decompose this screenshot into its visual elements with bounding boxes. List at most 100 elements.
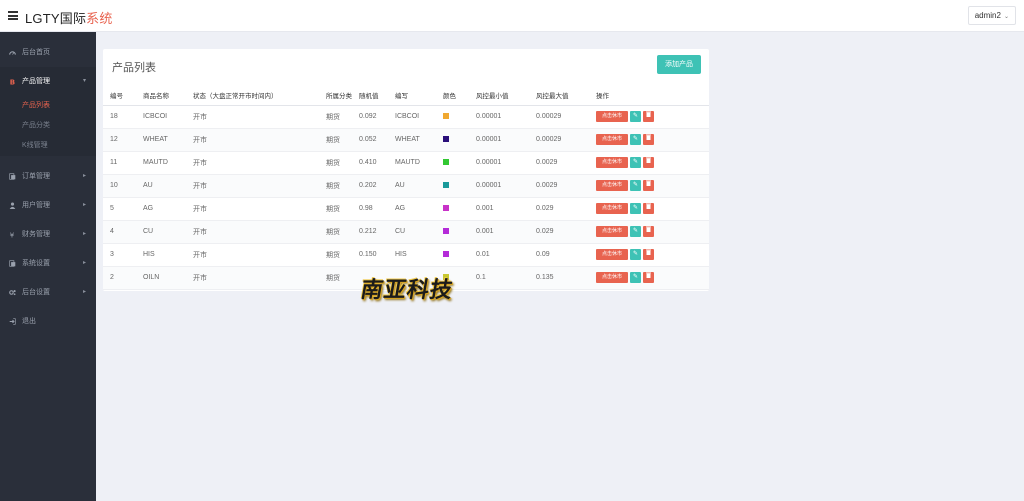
- trash-icon[interactable]: [643, 157, 654, 168]
- add-product-button[interactable]: 添加产品: [657, 55, 701, 74]
- edit-icon[interactable]: ✎: [630, 226, 641, 237]
- cell-color: [436, 243, 469, 267]
- cell-actions: 点击休市 ✎: [589, 105, 709, 129]
- table-header-row: 编号 商品名称 状态（大盘正常开市时间内） 所属分类 随机值 编写 颜色 风控最小值 风控最大值…: [103, 85, 709, 106]
- sidebar-item-admin-settings[interactable]: 后台设置 ▸: [0, 278, 96, 307]
- trash-icon[interactable]: [643, 111, 654, 122]
- sidebar-item-label: 用户管理: [22, 202, 50, 209]
- cell-actions: 点击休市 ✎: [589, 243, 709, 267]
- sidebar-item-users[interactable]: 用户管理 ▸: [0, 191, 96, 220]
- cell-random: 0.202: [352, 174, 388, 198]
- column-header: 风控最小值: [469, 85, 529, 106]
- close-market-button[interactable]: 点击休市: [596, 226, 628, 237]
- cell-min: 0.00001: [469, 174, 529, 198]
- trash-glyph: [646, 111, 651, 117]
- cell-actions: 点击休市 ✎: [589, 174, 709, 198]
- product-table: 编号 商品名称 状态（大盘正常开市时间内） 所属分类 随机值 编写 颜色 风控最小值 风控最大值…: [103, 85, 709, 290]
- chevron-down-icon: ▾: [82, 78, 86, 84]
- table-row: 10 AU 开市 期货 0.202 AU 0.00001 0.0029 点击休市 ✎: [103, 174, 709, 198]
- edit-icon[interactable]: ✎: [630, 157, 641, 168]
- cell-min: 0.00001: [469, 151, 529, 175]
- chevron-right-icon: ▸: [82, 260, 86, 266]
- color-swatch: [443, 136, 449, 143]
- svg-text:B: B: [10, 78, 15, 85]
- close-market-button[interactable]: 点击休市: [596, 157, 628, 168]
- sidebar-item-products[interactable]: B 产品管理 ▾: [0, 67, 96, 96]
- trash-icon[interactable]: [643, 203, 654, 214]
- sidebar: 后台首页 B 产品管理 ▾ 产品列表 产品分类 K线管理 订单管理 ▸ 用户管理…: [0, 32, 96, 501]
- trash-icon[interactable]: [643, 272, 654, 283]
- page-title: 产品列表: [112, 62, 156, 74]
- edit-icon[interactable]: ✎: [630, 134, 641, 145]
- edit-icon[interactable]: ✎: [630, 111, 641, 122]
- close-market-button[interactable]: 点击休市: [596, 111, 628, 122]
- user-menu[interactable]: admin2 ⌄: [967, 6, 1016, 25]
- close-market-button[interactable]: 点击休市: [596, 180, 628, 191]
- column-header: 状态（大盘正常开市时间内）: [186, 85, 319, 106]
- cell-id: 18: [103, 105, 136, 129]
- close-market-button[interactable]: 点击休市: [596, 134, 628, 145]
- column-header: 所属分类: [319, 85, 352, 106]
- edit-icon[interactable]: ✎: [630, 272, 641, 283]
- table-row: 3 HIS 开市 期货 0.150 HIS 0.01 0.09 点击休市 ✎: [103, 243, 709, 267]
- edit-icon[interactable]: ✎: [630, 180, 641, 191]
- edit-icon[interactable]: ✎: [630, 203, 641, 214]
- cell-min: 0.00001: [469, 128, 529, 152]
- yen-icon: ¥: [10, 231, 15, 238]
- cell-code: WHEAT: [388, 128, 436, 152]
- cogs-icon: [9, 290, 16, 296]
- product-list-card: 产品列表 添加产品 编号 商品名称 状态（大盘正常开市时间内） 所属分类 随机值 编写 颜色…: [103, 49, 709, 291]
- cell-actions: 点击休市 ✎: [589, 220, 709, 244]
- menu-toggle-icon[interactable]: [8, 11, 18, 20]
- cell-min: 0.001: [469, 197, 529, 221]
- trash-icon[interactable]: [643, 134, 654, 145]
- chevron-right-icon: ▸: [82, 289, 86, 295]
- cell-category: 期货: [319, 243, 352, 267]
- sidebar-item-dashboard[interactable]: 后台首页: [0, 38, 96, 67]
- cell-max: 0.029: [529, 197, 589, 221]
- chevron-right-icon: ▸: [82, 231, 86, 237]
- cell-category: 期货: [319, 151, 352, 175]
- close-market-button[interactable]: 点击休市: [596, 272, 628, 283]
- sidebar-item-system-settings[interactable]: 系统设置 ▸: [0, 249, 96, 278]
- cell-min: 0.1: [469, 266, 529, 290]
- sidebar-item-label: 财务管理: [22, 231, 50, 238]
- cell-code: CU: [388, 220, 436, 244]
- cell-status: 开市: [186, 266, 319, 290]
- sidebar-item-logout[interactable]: 退出: [0, 307, 96, 336]
- table-row: 12 WHEAT 开市 期货 0.052 WHEAT 0.00001 0.00029 点击休市 ✎: [103, 128, 709, 152]
- cell-id: 3: [103, 243, 136, 267]
- sidebar-item-label: 后台首页: [22, 49, 50, 56]
- sidebar-subitem-product-category[interactable]: 产品分类: [0, 116, 96, 136]
- cell-id: 12: [103, 128, 136, 152]
- edit-icon[interactable]: ✎: [630, 249, 641, 260]
- cell-actions: 点击休市 ✎: [589, 128, 709, 152]
- cell-category: 期货: [319, 174, 352, 198]
- cell-code: MAUTD: [388, 151, 436, 175]
- column-header: 风控最大值: [529, 85, 589, 106]
- user-name: admin2: [974, 11, 1001, 20]
- cell-max: 0.09: [529, 243, 589, 267]
- sidebar-item-label: 退出: [22, 318, 36, 325]
- table-row: 4 CU 开市 期货 0.212 CU 0.001 0.029 点击休市 ✎: [103, 220, 709, 244]
- color-swatch: [443, 159, 449, 166]
- logout-icon: [9, 318, 16, 325]
- trash-icon[interactable]: [643, 249, 654, 260]
- cell-code: ICBCOI: [388, 105, 436, 129]
- sidebar-subitem-kline[interactable]: K线管理: [0, 136, 96, 156]
- cell-category: 期货: [319, 105, 352, 129]
- cell-id: 11: [103, 151, 136, 175]
- trash-icon[interactable]: [643, 180, 654, 191]
- close-market-button[interactable]: 点击休市: [596, 203, 628, 214]
- cell-id: 2: [103, 266, 136, 290]
- trash-glyph: [646, 157, 651, 163]
- trash-icon[interactable]: [643, 226, 654, 237]
- sidebar-subitem-product-list[interactable]: 产品列表: [0, 96, 96, 116]
- table-row: 18 ICBCOI 开市 期货 0.092 ICBCOI 0.00001 0.00029 点击休…: [103, 105, 709, 129]
- trash-glyph: [646, 249, 651, 255]
- close-market-button[interactable]: 点击休市: [596, 249, 628, 260]
- sidebar-item-finance[interactable]: ¥ 财务管理 ▸: [0, 220, 96, 249]
- bitcoin-icon: B: [10, 78, 15, 85]
- sidebar-item-orders[interactable]: 订单管理 ▸: [0, 162, 96, 191]
- cell-random: 0.98: [352, 197, 388, 221]
